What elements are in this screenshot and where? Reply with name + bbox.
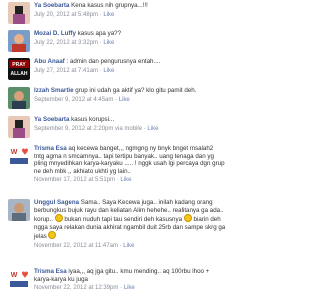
comment-text: biarin deh [193,216,221,224]
author-name[interactable]: Ya Soebarta [34,116,69,123]
comment-text: : admin dan pengurusnya entah.... [66,58,161,65]
author-name[interactable]: Trisma Esa [34,268,67,275]
svg-text:W: W [11,272,18,279]
comment-text: berbungkus bujuk rayu dan keliatan Alim … [34,206,224,214]
avatar[interactable] [8,87,30,109]
avatar[interactable] [8,199,30,221]
avatar[interactable]: W [8,268,30,290]
like-link[interactable]: Like [103,12,114,18]
avatar[interactable] [8,2,30,24]
comment: Ya Soebarta kasus korupsi... September 9… [0,116,281,142]
timestamp[interactable]: July 27, 2012 at 7:41am [34,68,98,74]
separator: · [99,39,102,46]
avatar[interactable]: W [8,145,30,167]
comment-text: kasus apa ya?? [77,30,122,37]
comment: Unggul Sagena Sama.. Saya Kecewa juga.. … [0,199,281,263]
comment: Mozai D. Luffy kasus apa ya?? July 22, 2… [0,30,281,56]
like-link[interactable]: Like [123,243,134,249]
separator: · [115,96,118,103]
comment-text: pling mnyedihkan karya-karyaku ..... ! n… [34,160,225,168]
comment-text: aq kecewa banget,,, ngmgng ny bnyk bnget… [68,145,214,152]
svg-text:W: W [11,149,18,156]
comment-text: iyaa,,, aq jga gitu.. kmu mending.. aq 1… [68,268,210,275]
separator: · [99,11,102,18]
author-name[interactable]: Trisma Esa [34,145,67,152]
comment-text: ngga saya relakan dunia akhirat ngambil … [34,223,226,231]
comment-text: kasus korupsi... [71,116,115,123]
like-link[interactable]: Like [124,285,135,291]
author-name[interactable]: Abu Anaaf [34,58,65,65]
comment-feed: Ya Soebarta Kena kasus nih grupnya...!!!… [0,0,281,300]
timestamp[interactable]: September 9, 2012 at 4:45am [34,97,113,103]
avatar[interactable] [8,116,30,138]
svg-text:ALLAH: ALLAH [11,71,28,77]
comment-text: Kena kasus nih grupnya...!!! [71,2,148,9]
svg-text:PRAY: PRAY [12,62,26,68]
comment-text: ne deh mbk ,, akhiato ukhti yg lain.. [34,167,131,175]
avatar-logo-icon: PRAY ALLAH [8,58,30,80]
comment-text: bukan nuduh tapi tau sendiri deh kasusny… [64,216,183,224]
author-name[interactable]: Ya Soebarta [34,2,69,9]
author-name[interactable]: Mozai D. Luffy [34,30,76,37]
timestamp[interactable]: July 22, 2012 at 3:32pm [34,40,98,46]
comment: W Trisma Esa iyaa,,, aq jga gitu.. kmu m… [0,268,281,298]
avatar[interactable]: PRAY ALLAH [8,58,30,80]
avatar-photo-icon [8,30,30,52]
avatar-photo-icon [8,116,30,138]
smiley-icon [48,231,57,240]
comment-text: karya-karya ku juga [34,275,88,283]
author-name[interactable]: Unggul Sagena [34,199,79,206]
timestamp[interactable]: November 22, 2012 at 12:39pm [34,285,118,291]
separator: · [119,242,122,249]
avatar-photo-icon [8,87,30,109]
separator: · [99,67,102,74]
smiley-icon [54,214,63,223]
comment: PRAY ALLAH Abu Anaaf : admin dan penguru… [0,58,281,84]
separator: · [116,177,119,184]
separator: · [120,285,123,292]
like-link[interactable]: Like [103,68,114,74]
like-link[interactable]: Like [147,126,158,132]
timestamp[interactable]: September 9, 2012 at 2:20pm via mobile [34,126,142,132]
avatar-logo-icon: W [8,145,30,167]
like-link[interactable]: Like [119,97,130,103]
avatar-photo-icon [8,199,30,221]
avatar-logo-icon: W [8,268,30,290]
timestamp[interactable]: July 20, 2012 at 5:48pm [34,12,98,18]
timestamp[interactable]: November 22, 2012 at 11:47am [34,243,118,249]
comment: Ya Soebarta Kena kasus nih grupnya...!!!… [0,2,281,28]
avatar[interactable] [8,30,30,52]
comment-text: tntg agma n smcamnya.. tapi tertipu bany… [34,152,214,160]
avatar-photo-icon [8,2,30,24]
comment-text: grup ini udah ga aktif ya? klo gitu pami… [75,87,197,94]
smiley-icon [183,214,192,223]
comment-text: korup.. [34,216,53,224]
author-name[interactable]: Izzah Smartie [34,87,74,94]
timestamp[interactable]: November 17, 2012 at 5:51pm [34,177,115,183]
comment-text: Sama.. Saya Kecewa juga.. inilah kadang … [80,199,213,206]
separator: · [143,125,146,132]
comment-text: jelas [34,233,47,241]
like-link[interactable]: Like [120,177,131,183]
comment: Izzah Smartie grup ini udah ga aktif ya?… [0,87,281,113]
comment: W Trisma Esa aq kecewa banget,,, ngmgng … [0,145,281,193]
like-link[interactable]: Like [103,40,114,46]
